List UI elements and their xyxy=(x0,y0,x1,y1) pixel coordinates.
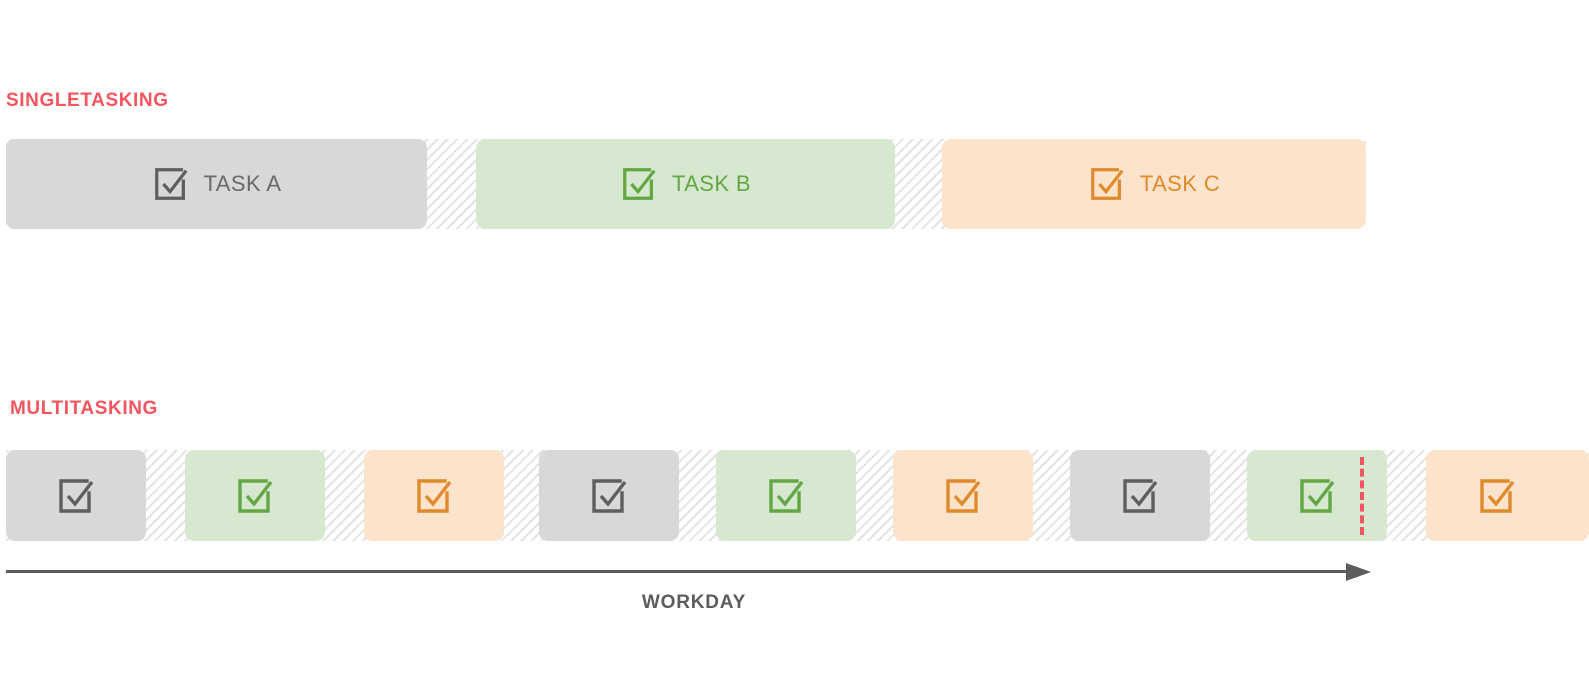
task-block-b-label: TASK B xyxy=(671,171,751,196)
checkbox-check-icon xyxy=(59,478,94,513)
task-block-c[interactable]: TASK C xyxy=(942,139,1366,229)
multitask-slice[interactable] xyxy=(364,450,504,541)
multitask-slice[interactable] xyxy=(1247,450,1387,541)
axis-line xyxy=(6,570,1361,573)
checkbox-check-icon xyxy=(1091,168,1124,200)
multitask-slice[interactable] xyxy=(1070,450,1210,541)
dashed-interrupt-line xyxy=(1360,457,1364,535)
axis-title: WORKDAY xyxy=(641,592,747,613)
checkbox-check-icon xyxy=(154,168,188,200)
multitask-slice[interactable] xyxy=(6,450,146,541)
checkbox-check-icon xyxy=(238,478,273,513)
checkbox-check-icon xyxy=(1479,478,1514,513)
checkbox-check-icon xyxy=(1300,478,1335,513)
task-block-a-label: TASK A xyxy=(203,171,282,196)
task-block-c-label: TASK C xyxy=(1139,171,1221,196)
workday-axis xyxy=(6,562,1394,588)
multitask-slice[interactable] xyxy=(185,450,325,541)
task-block-b[interactable]: TASK B xyxy=(476,139,895,229)
multitask-slice[interactable] xyxy=(1426,450,1589,541)
multitasking-section-label: MULTITASKING xyxy=(10,398,158,419)
multitask-slice[interactable] xyxy=(539,450,679,541)
singletasking-track: TASK A TASK B TASK C xyxy=(6,139,1366,229)
checkbox-check-icon xyxy=(623,168,656,200)
multitask-slice[interactable] xyxy=(893,450,1033,541)
checkbox-check-icon xyxy=(946,478,981,513)
checkbox-check-icon xyxy=(592,478,627,513)
multitask-slice[interactable] xyxy=(716,450,856,541)
multitasking-track xyxy=(6,450,1589,541)
checkbox-check-icon xyxy=(1123,478,1158,513)
singletasking-section-label: SINGLETASKING xyxy=(6,90,169,111)
checkbox-check-icon xyxy=(769,478,804,513)
checkbox-check-icon xyxy=(417,478,452,513)
task-block-a[interactable]: TASK A xyxy=(6,139,427,229)
arrow-right-icon xyxy=(1346,563,1371,581)
